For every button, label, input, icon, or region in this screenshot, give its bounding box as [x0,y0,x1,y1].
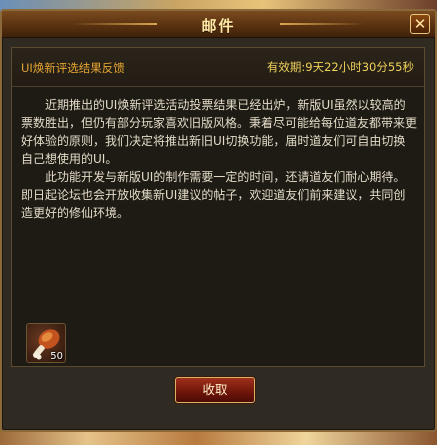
close-icon: ✕ [413,15,427,33]
mail-subject: UI焕新评选结果反馈 [21,61,125,75]
mail-paragraph-1: 近期推出的UI焕新评选活动投票结果已经出炉，新版UI虽然以较高的票数胜出，但仍有… [21,98,418,166]
validity-timer: 有效期:9天22小时30分55秒 [266,60,414,74]
mail-content-panel: UI焕新评选结果反馈 有效期:9天22小时30分55秒 近期推出的UI焕新评选活… [11,47,425,367]
mail-header: UI焕新评选结果反馈 有效期:9天22小时30分55秒 [12,48,424,87]
collect-button[interactable]: 收取 [175,377,255,403]
dialog-title: 邮件 [201,17,236,35]
mail-body: 近期推出的UI焕新评选活动投票结果已经出炉，新版UI虽然以较高的票数胜出，但仍有… [21,96,417,222]
title-bar: 邮件 ✕ [2,11,435,38]
mail-dialog: 邮件 ✕ UI焕新评选结果反馈 有效期:9天22小时30分55秒 近期推出的UI… [0,9,437,432]
attachment-count: 50 [50,351,63,362]
attachment-slot[interactable]: 50 [26,323,66,363]
mail-paragraph-2: 此功能开发与新版UI的制作需要一定的时间，还请道友们耐心期待。即日起论坛也会开放… [21,170,406,220]
title-ornament-right [280,23,365,25]
close-button[interactable]: ✕ [410,14,430,34]
